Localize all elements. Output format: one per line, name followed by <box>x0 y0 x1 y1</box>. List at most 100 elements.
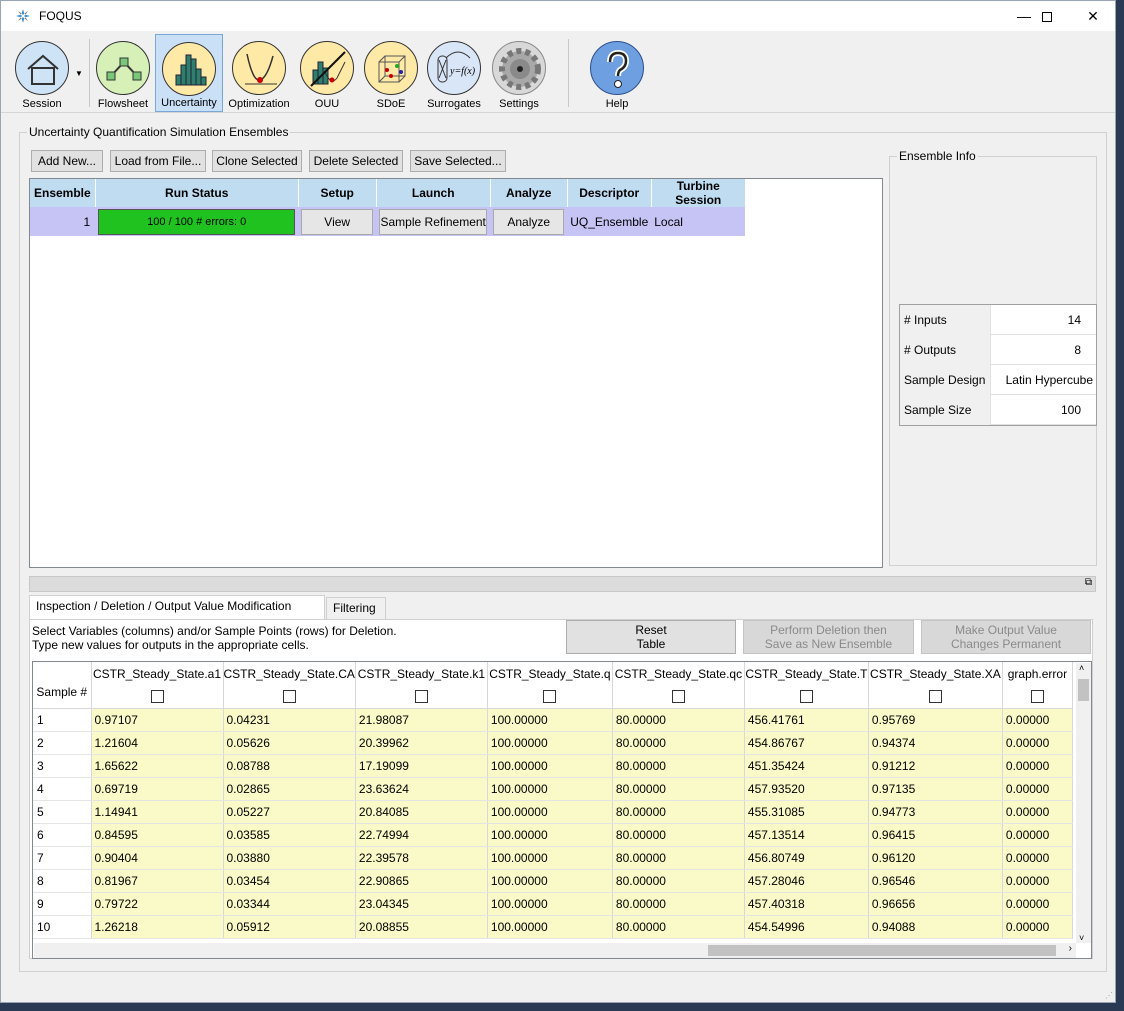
sample-value-cell[interactable]: 0.00000 <box>1002 754 1073 778</box>
sample-value-cell[interactable]: 1.26218 <box>91 915 224 939</box>
sample-row-header[interactable]: 2 <box>33 731 92 755</box>
sample-value-cell[interactable]: 80.00000 <box>612 754 745 778</box>
table-row[interactable]: 10 1.26218 0.05912 20.08855 100.00000 80.0000… <box>33 915 1073 939</box>
add-new-button[interactable]: Add New... <box>31 150 103 172</box>
clone-selected-button[interactable]: Clone Selected <box>212 150 302 172</box>
sample-value-cell[interactable]: 0.00000 <box>1002 777 1073 801</box>
scroll-down-icon[interactable]: ˅ <box>1079 933 1084 943</box>
toolbar-ouu-button[interactable]: OUU <box>295 34 359 112</box>
sample-value-cell[interactable]: 0.94088 <box>868 915 1003 939</box>
sample-value-cell[interactable]: 100.00000 <box>487 892 613 916</box>
sample-row-header[interactable]: 7 <box>33 846 92 870</box>
sample-value-cell[interactable]: 0.03880 <box>223 846 356 870</box>
sample-row-header[interactable]: 6 <box>33 823 92 847</box>
sample-value-cell[interactable]: 0.00000 <box>1002 731 1073 755</box>
sample-value-cell[interactable]: 0.04231 <box>223 708 356 732</box>
sample-value-cell[interactable]: 100.00000 <box>487 754 613 778</box>
sample-row-header[interactable]: 5 <box>33 800 92 824</box>
delete-selected-button[interactable]: Delete Selected <box>309 150 403 172</box>
undock-icon[interactable]: ⧉ <box>1085 577 1092 588</box>
sample-row-header[interactable]: 3 <box>33 754 92 778</box>
sample-value-cell[interactable]: 0.00000 <box>1002 892 1073 916</box>
column-delete-checkbox[interactable] <box>282 690 296 703</box>
ensemble-id-cell[interactable]: 1 <box>30 207 96 236</box>
sample-value-cell[interactable]: 0.03344 <box>223 892 356 916</box>
table-row[interactable]: 5 1.14941 0.05227 20.84085 100.00000 80.00000… <box>33 800 1073 824</box>
col-header-launch[interactable]: Launch <box>376 179 491 207</box>
sample-value-cell[interactable]: 100.00000 <box>487 777 613 801</box>
sample-value-cell[interactable]: 457.40318 <box>744 892 869 916</box>
sample-value-cell[interactable]: 80.00000 <box>612 846 745 870</box>
sample-value-cell[interactable]: 454.86767 <box>744 731 869 755</box>
sample-value-cell[interactable]: 0.90404 <box>91 846 224 870</box>
save-selected-button[interactable]: Save Selected... <box>410 150 506 172</box>
sample-value-cell[interactable]: 80.00000 <box>612 869 745 893</box>
table-row[interactable]: 7 0.90404 0.03880 22.39578 100.00000 80.00000… <box>33 846 1073 870</box>
sample-value-cell[interactable]: 0.08788 <box>223 754 356 778</box>
col-header-descriptor[interactable]: Descriptor <box>567 179 652 207</box>
grid-horizontal-scrollbar[interactable]: › <box>34 943 1076 958</box>
sample-value-cell[interactable]: 22.74994 <box>355 823 488 847</box>
sample-value-cell[interactable]: 23.63624 <box>355 777 488 801</box>
sample-value-cell[interactable]: 0.03454 <box>223 869 356 893</box>
sample-value-cell[interactable]: 0.96415 <box>868 823 1003 847</box>
sample-row-header[interactable]: 9 <box>33 892 92 916</box>
table-row[interactable]: 4 0.69719 0.02865 23.63624 100.00000 80.00000… <box>33 777 1073 801</box>
maximize-button[interactable] <box>1024 1 1070 31</box>
column-delete-checkbox[interactable] <box>414 690 428 703</box>
sample-value-cell[interactable]: 100.00000 <box>487 823 613 847</box>
toolbar-settings-button[interactable]: Settings <box>487 34 551 112</box>
load-from-file-button[interactable]: Load from File... <box>110 150 206 172</box>
toolbar-flowsheet-button[interactable]: Flowsheet <box>93 34 153 112</box>
scroll-right-icon[interactable]: › <box>1069 943 1072 954</box>
grid-vertical-scrollbar[interactable]: ˄ ˅ <box>1076 663 1091 943</box>
sample-value-cell[interactable]: 100.00000 <box>487 869 613 893</box>
column-delete-checkbox[interactable] <box>671 690 685 703</box>
table-row[interactable]: 9 0.79722 0.03344 23.04345 100.00000 80.00000… <box>33 892 1073 916</box>
column-delete-checkbox[interactable] <box>1030 690 1044 703</box>
sample-value-cell[interactable]: 0.00000 <box>1002 869 1073 893</box>
sample-value-cell[interactable]: 0.96546 <box>868 869 1003 893</box>
sample-value-cell[interactable]: 0.95769 <box>868 708 1003 732</box>
sample-value-cell[interactable]: 80.00000 <box>612 777 745 801</box>
toolbar-uncertainty-button[interactable]: Uncertainty <box>155 34 223 112</box>
sample-value-cell[interactable]: 1.14941 <box>91 800 224 824</box>
sample-value-cell[interactable]: 456.80749 <box>744 846 869 870</box>
table-row[interactable]: 1 0.97107 0.04231 21.98087 100.00000 80.00000… <box>33 708 1073 732</box>
sample-value-cell[interactable]: 455.31085 <box>744 800 869 824</box>
sample-value-cell[interactable]: 0.69719 <box>91 777 224 801</box>
turbine-session-cell[interactable]: Local <box>651 207 746 236</box>
table-row[interactable]: 8 0.81967 0.03454 22.90865 100.00000 80.00000… <box>33 869 1073 893</box>
sample-value-cell[interactable]: 22.39578 <box>355 846 488 870</box>
sample-value-cell[interactable]: 454.54996 <box>744 915 869 939</box>
sample-value-cell[interactable]: 0.05912 <box>223 915 356 939</box>
sample-value-cell[interactable]: 0.96656 <box>868 892 1003 916</box>
sample-value-cell[interactable]: 100.00000 <box>487 915 613 939</box>
sample-value-cell[interactable]: 100.00000 <box>487 708 613 732</box>
sample-value-cell[interactable]: 0.00000 <box>1002 846 1073 870</box>
sample-value-cell[interactable]: 0.94374 <box>868 731 1003 755</box>
sample-value-cell[interactable]: 80.00000 <box>612 708 745 732</box>
sample-value-cell[interactable]: 21.98087 <box>355 708 488 732</box>
sample-value-cell[interactable]: 0.00000 <box>1002 915 1073 939</box>
sample-row-header[interactable]: 4 <box>33 777 92 801</box>
toolbar-session-button[interactable]: Session <box>9 34 75 112</box>
sample-value-cell[interactable]: 80.00000 <box>612 892 745 916</box>
sample-value-cell[interactable]: 23.04345 <box>355 892 488 916</box>
sample-row-header[interactable]: 10 <box>33 915 92 939</box>
sample-value-cell[interactable]: 0.05227 <box>223 800 356 824</box>
make-permanent-button[interactable]: Make Output Value Changes Permanent <box>921 620 1091 654</box>
descriptor-cell[interactable]: UQ_Ensemble <box>567 207 652 236</box>
reset-table-button[interactable]: Reset Table <box>566 620 736 654</box>
sample-value-cell[interactable]: 456.41761 <box>744 708 869 732</box>
sample-value-cell[interactable]: 100.00000 <box>487 800 613 824</box>
analyze-button[interactable]: Analyze <box>493 208 565 235</box>
sample-value-cell[interactable]: 451.35424 <box>744 754 869 778</box>
tab-inspection[interactable]: Inspection / Deletion / Output Value Mod… <box>29 595 325 619</box>
sample-value-cell[interactable]: 0.02865 <box>223 777 356 801</box>
col-header-ensemble[interactable]: Ensemble <box>30 179 96 207</box>
setup-view-button[interactable]: View <box>301 208 374 235</box>
toolbar-optimization-button[interactable]: Optimization <box>225 34 293 112</box>
column-delete-checkbox[interactable] <box>150 690 164 703</box>
col-header-setup[interactable]: Setup <box>298 179 377 207</box>
